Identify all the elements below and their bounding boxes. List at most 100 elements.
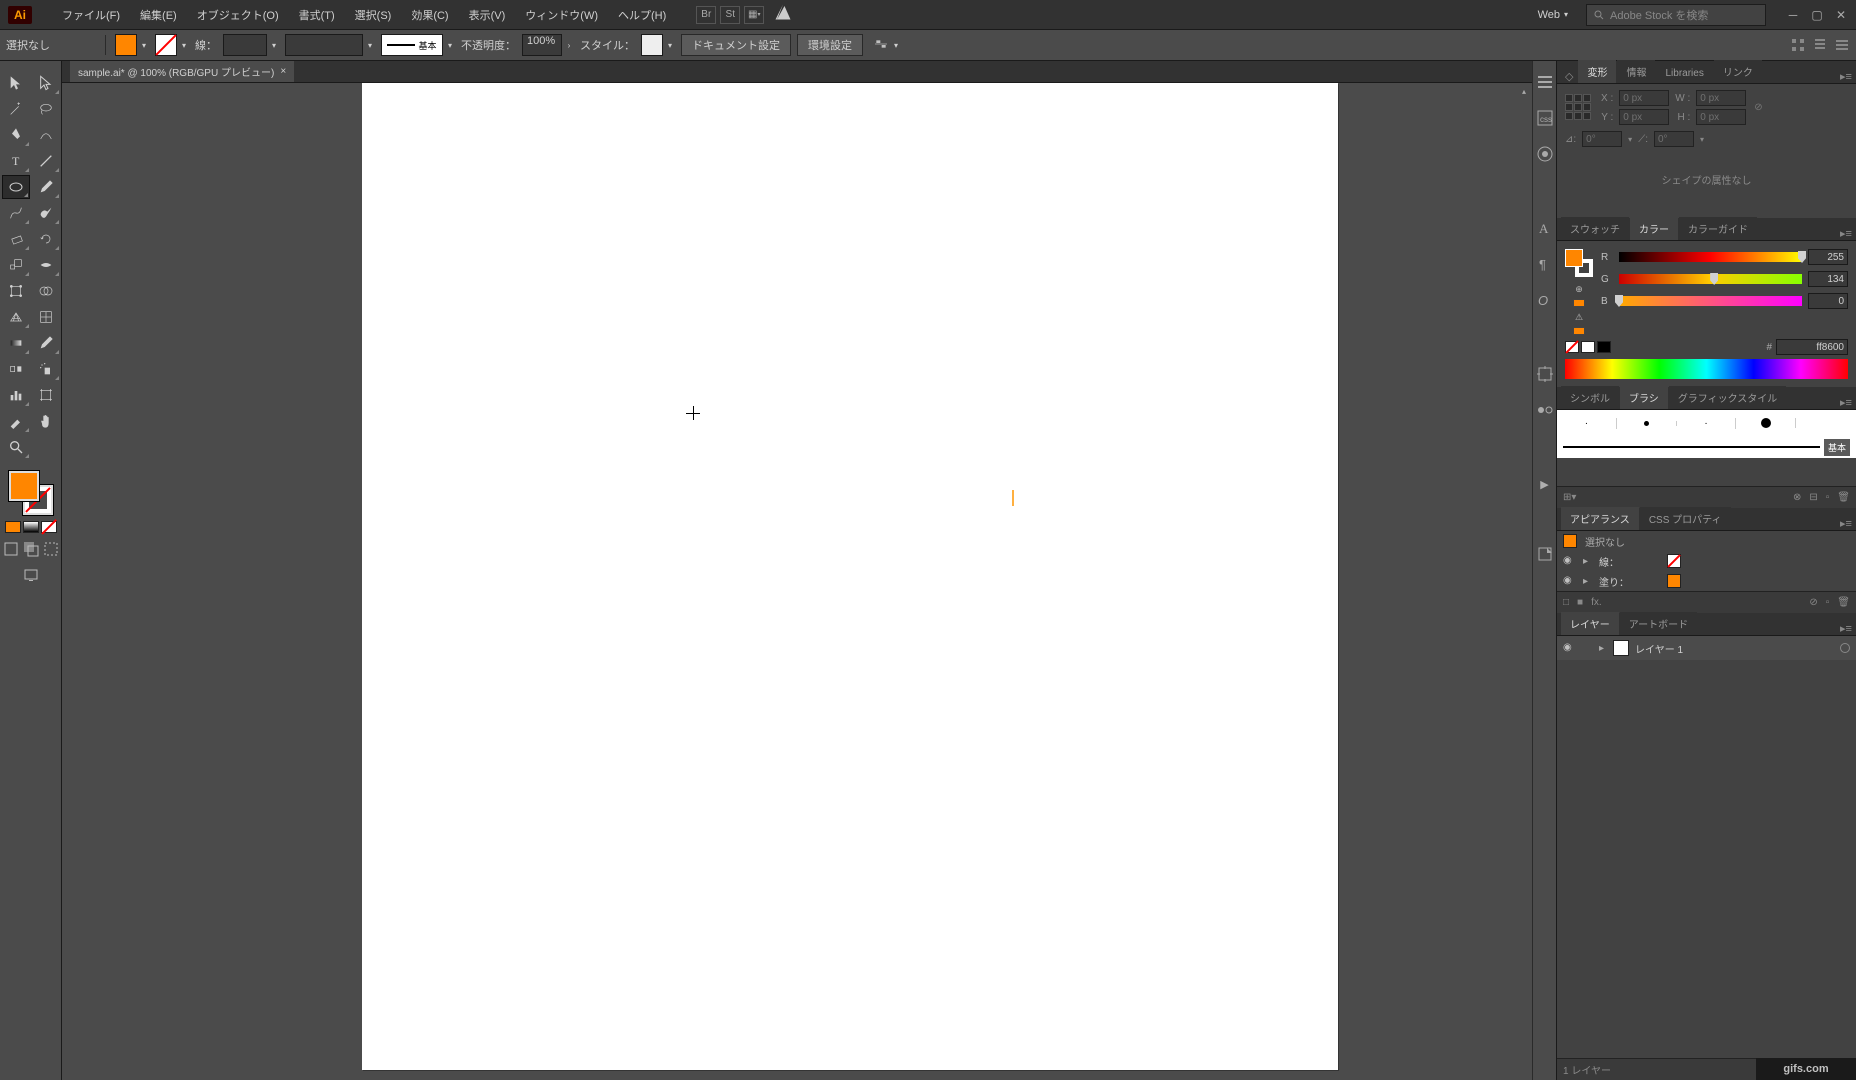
mode-none-icon[interactable]	[41, 521, 57, 533]
brush-panel-menu-icon[interactable]: ▸≡	[1836, 396, 1856, 409]
menu-edit[interactable]: 編集(E)	[130, 3, 187, 27]
tab-libraries[interactable]: Libraries	[1656, 64, 1712, 83]
appear-clear-icon[interactable]: ⊘	[1809, 597, 1817, 608]
blend-tool[interactable]	[2, 357, 30, 381]
fill-indicator[interactable]	[9, 471, 39, 501]
brush-library-icon[interactable]: ⊞▾	[1563, 492, 1576, 503]
tab-symbols[interactable]: シンボル	[1561, 386, 1619, 409]
r-input[interactable]: 255	[1808, 249, 1848, 265]
brush-thumbnails[interactable]: · ·	[1557, 410, 1856, 436]
brush-delete-icon[interactable]: 🗑	[1837, 492, 1850, 503]
pen-tool[interactable]	[2, 123, 30, 147]
websafe-color-icon[interactable]	[1573, 327, 1585, 335]
var-width-dropdown-icon[interactable]: ▾	[365, 41, 375, 50]
style-dropdown-icon[interactable]: ▾	[665, 41, 675, 50]
draw-behind-icon[interactable]	[23, 541, 39, 557]
selection-tool[interactable]	[2, 71, 30, 95]
stroke-dropdown-icon[interactable]: ▾	[179, 41, 189, 50]
appear-stroke-expand-icon[interactable]: ▸	[1583, 556, 1591, 567]
menu-object[interactable]: オブジェクト(O)	[187, 3, 289, 27]
hex-input[interactable]: ff8600	[1776, 339, 1848, 355]
align-dropdown-icon[interactable]: ▾	[891, 41, 901, 50]
menu-window[interactable]: ウィンドウ(W)	[515, 3, 608, 27]
shape-builder-tool[interactable]	[32, 279, 60, 303]
curvature-tool[interactable]	[32, 123, 60, 147]
align-icon[interactable]	[873, 37, 889, 53]
reference-point-selector[interactable]	[1565, 94, 1593, 122]
stroke-swatch[interactable]	[155, 34, 177, 56]
rotate-tool[interactable]	[32, 227, 60, 251]
controlbar-opt1-icon[interactable]	[1790, 37, 1806, 53]
screen-mode-icon[interactable]	[23, 567, 39, 583]
type-tool[interactable]: T	[2, 149, 30, 173]
controlbar-opt2-icon[interactable]	[1812, 37, 1828, 53]
tab-layers[interactable]: レイヤー	[1561, 612, 1619, 635]
tab-brushes[interactable]: ブラシ	[1620, 386, 1668, 409]
appear-new-stroke-icon[interactable]: □	[1563, 597, 1569, 608]
document-tab-close-icon[interactable]: ×	[280, 66, 286, 77]
color-fill-stroke-icon[interactable]	[1565, 249, 1593, 277]
websafe-icon[interactable]	[1573, 299, 1585, 307]
color-panel-menu-icon[interactable]: ▸≡	[1836, 227, 1856, 240]
brush-dropdown-icon[interactable]: ▾	[445, 41, 455, 50]
symbol-sprayer-tool[interactable]	[32, 357, 60, 381]
shear-input[interactable]: 0°	[1654, 131, 1694, 147]
menu-file[interactable]: ファイル(F)	[52, 3, 130, 27]
stroke-weight-dropdown-icon[interactable]: ▾	[269, 41, 279, 50]
tab-graphic-styles[interactable]: グラフィックスタイル	[1669, 386, 1787, 409]
brush-basic-row[interactable]: 基本	[1557, 436, 1856, 458]
appear-stroke-visibility-icon[interactable]: ◉	[1563, 555, 1575, 567]
tab-css-properties[interactable]: CSS プロパティ	[1640, 507, 1731, 530]
direct-selection-tool[interactable]	[32, 71, 60, 95]
tab-info[interactable]: 情報	[1617, 60, 1655, 83]
appear-dup-icon[interactable]: ▫	[1826, 597, 1830, 608]
window-close-icon[interactable]: ✕	[1834, 8, 1848, 22]
pencil-tool[interactable]	[2, 201, 30, 225]
menu-type[interactable]: 書式(T)	[289, 3, 345, 27]
appear-fill-expand-icon[interactable]: ▸	[1583, 576, 1591, 587]
constrain-proportions-icon[interactable]: ⊘	[1754, 102, 1762, 113]
window-minimize-icon[interactable]: ─	[1786, 8, 1800, 22]
magic-wand-tool[interactable]	[2, 97, 30, 121]
dock-pathfinder-icon[interactable]	[1536, 145, 1554, 163]
tab-artboards[interactable]: アートボード	[1620, 612, 1697, 635]
hand-tool[interactable]	[32, 409, 60, 433]
dock-css-icon[interactable]: css	[1536, 109, 1554, 127]
dock-character-icon[interactable]: A	[1536, 219, 1554, 237]
draw-normal-icon[interactable]	[3, 541, 19, 557]
b-slider[interactable]	[1619, 296, 1802, 306]
g-input[interactable]: 134	[1808, 271, 1848, 287]
tab-transform[interactable]: 変形	[1578, 60, 1616, 83]
tab-appearance[interactable]: アピアランス	[1561, 507, 1639, 530]
appear-stroke-swatch[interactable]	[1667, 554, 1681, 568]
dock-opentype-icon[interactable]: O	[1536, 291, 1554, 309]
menu-help[interactable]: ヘルプ(H)	[608, 3, 676, 27]
window-maximize-icon[interactable]: ▢	[1810, 8, 1824, 22]
stock-search-input[interactable]: Adobe Stock を検索	[1586, 4, 1766, 26]
tab-color-guide[interactable]: カラーガイド	[1679, 217, 1757, 240]
lasso-tool[interactable]	[32, 97, 60, 121]
appear-fx-icon[interactable]: fx.	[1591, 597, 1602, 608]
appear-fill-swatch[interactable]	[1667, 574, 1681, 588]
g-slider[interactable]	[1619, 274, 1802, 284]
artboard[interactable]	[362, 83, 1338, 1070]
dock-align-icon[interactable]	[1536, 401, 1554, 419]
brush-options-icon[interactable]: ⊟	[1809, 492, 1817, 503]
canvas[interactable]: ▴	[62, 83, 1532, 1080]
gradient-tool[interactable]	[2, 331, 30, 355]
line-segment-tool[interactable]	[32, 149, 60, 173]
scale-tool[interactable]	[2, 253, 30, 277]
xf-h-input[interactable]: 0 px	[1696, 109, 1746, 125]
column-graph-tool[interactable]	[2, 383, 30, 407]
brush-remove-icon[interactable]: ⊗	[1793, 492, 1801, 503]
blob-brush-tool[interactable]	[32, 201, 60, 225]
menu-select[interactable]: 選択(S)	[345, 3, 402, 27]
transform-panel-menu-icon[interactable]: ▸≡	[1836, 70, 1856, 83]
bridge-icon[interactable]: Br	[696, 6, 716, 24]
draw-inside-icon[interactable]	[43, 541, 59, 557]
dock-expand-right-icon[interactable]: ▶	[1536, 475, 1554, 493]
xf-w-input[interactable]: 0 px	[1696, 90, 1746, 106]
gpu-preview-icon[interactable]	[770, 3, 796, 26]
paintbrush-tool[interactable]	[32, 175, 60, 199]
slice-tool[interactable]	[2, 409, 30, 433]
